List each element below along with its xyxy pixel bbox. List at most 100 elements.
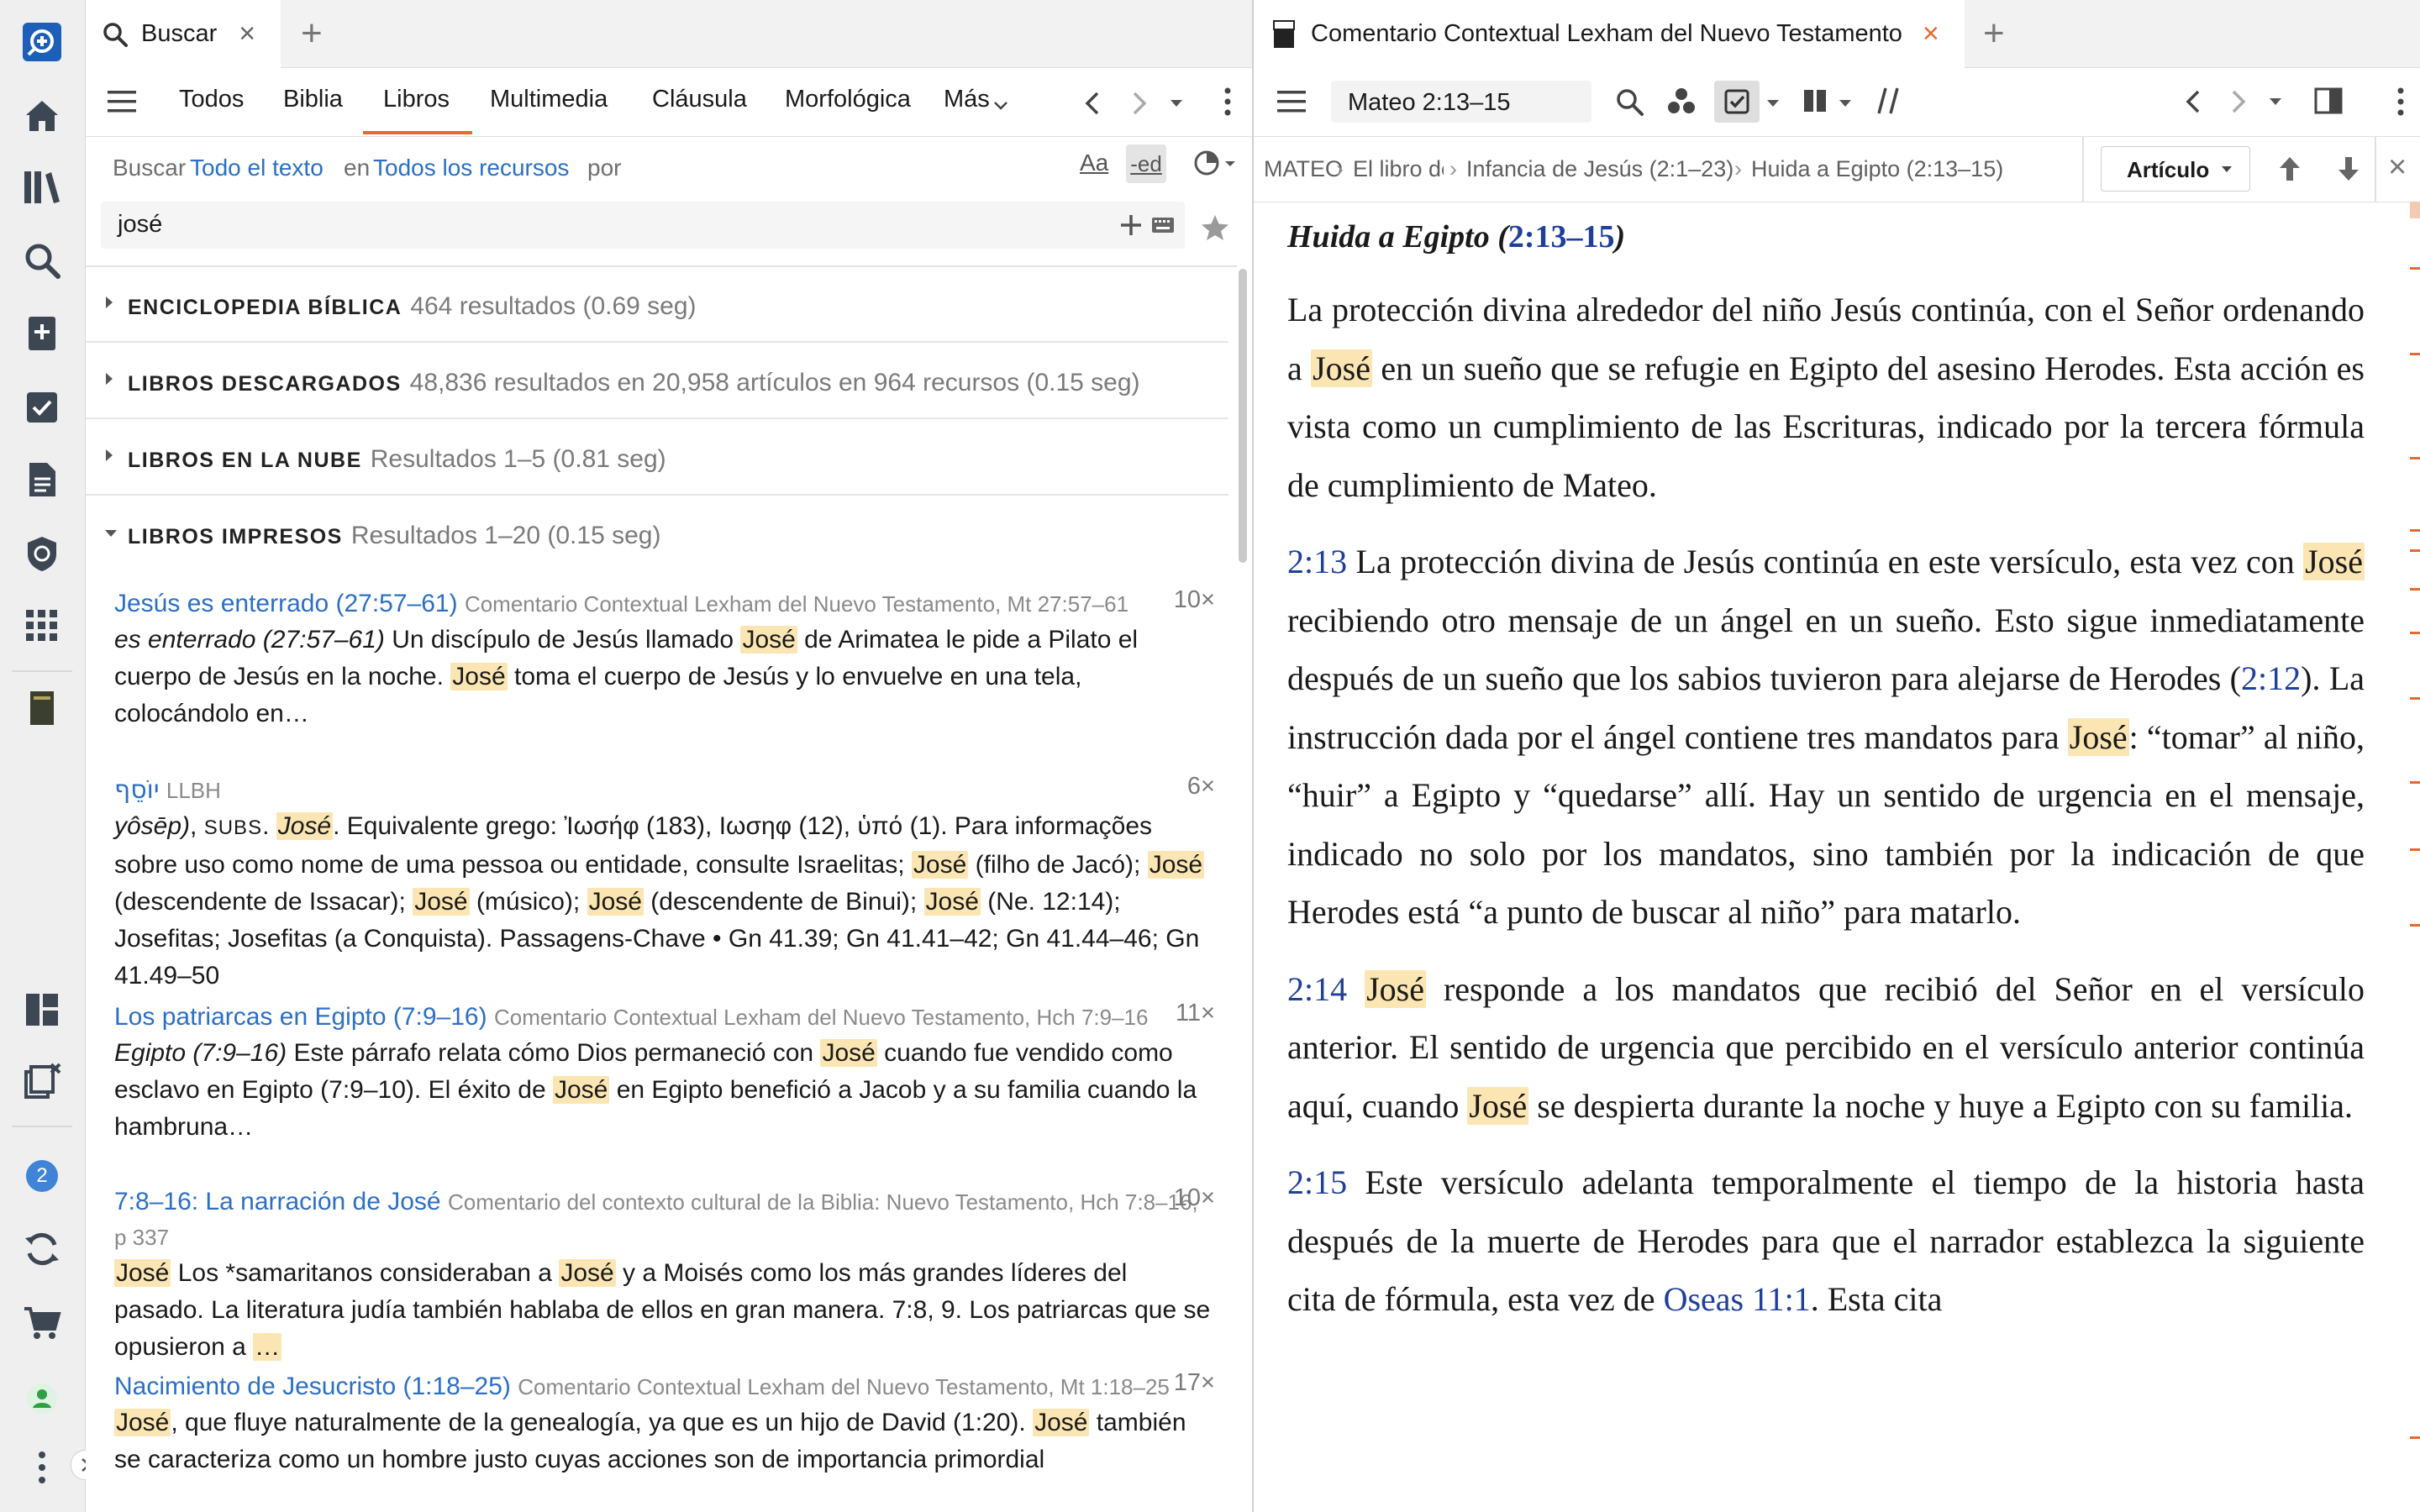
- tab-search[interactable]: Buscar ×: [86, 0, 281, 68]
- parallel-icon[interactable]: [1876, 86, 1901, 116]
- result-title[interactable]: Nacimiento de Jesucristo (1:18–25): [114, 1373, 511, 1400]
- user-avatar-icon[interactable]: [21, 1378, 63, 1420]
- menu-icon[interactable]: [108, 89, 136, 114]
- article-content: Huida a Egipto (2:13–15) La protección d…: [1287, 212, 2365, 1329]
- search-icon[interactable]: [21, 239, 63, 281]
- verse-link[interactable]: Oseas 11:1: [1664, 1280, 1811, 1318]
- section-downloaded-books[interactable]: LIBROS DESCARGADOS 48,836 resultados en 2…: [86, 344, 1228, 419]
- close-search-highlight-icon[interactable]: ×: [2388, 150, 2407, 186]
- result-title[interactable]: יוֹסֵף: [114, 775, 160, 805]
- heading-reference-link[interactable]: 2:13–15: [1508, 219, 1615, 255]
- checklist-toggle[interactable]: [1714, 81, 1760, 123]
- dropdown-icon[interactable]: [1839, 99, 1852, 108]
- section-printed-books[interactable]: LIBROS IMPRESOS Resultados 1–20 (0.15 seg…: [86, 496, 1228, 570]
- reference-input[interactable]: Mateo 2:13–15: [1348, 89, 1510, 117]
- search-icon[interactable]: [1615, 87, 1644, 116]
- search-options-icon[interactable]: [1193, 150, 1235, 180]
- add-term-icon[interactable]: [1119, 213, 1143, 237]
- match-case-toggle[interactable]: Aa: [1080, 150, 1108, 176]
- category-books[interactable]: Libros: [383, 86, 450, 113]
- category-bible[interactable]: Biblia: [283, 86, 343, 113]
- close-panels-icon[interactable]: [21, 1060, 63, 1102]
- category-all[interactable]: Todos: [179, 86, 244, 113]
- close-tab-icon[interactable]: ×: [1923, 18, 1939, 50]
- book-cover-icon[interactable]: [21, 687, 63, 729]
- logos-logo-icon[interactable]: [21, 21, 63, 63]
- verse-link[interactable]: 2:12: [2241, 659, 2301, 697]
- category-clause[interactable]: Cláusula: [652, 86, 747, 113]
- breadcrumb-section[interactable]: El libro de lo: [1353, 156, 1444, 182]
- history-dropdown-icon[interactable]: [2269, 97, 2282, 106]
- search-query-box[interactable]: josé: [101, 202, 1185, 249]
- in-label: en: [344, 155, 371, 181]
- verse-link[interactable]: 2:14: [1287, 970, 1347, 1008]
- library-icon[interactable]: [21, 166, 63, 208]
- result-item[interactable]: Los patriarcas en Egipto (7:9–16) Coment…: [114, 1000, 1215, 1146]
- breadcrumb-divider: [2375, 136, 2376, 202]
- result-item[interactable]: Nacimiento de Jesucristo (1:18–25) Comen…: [114, 1369, 1215, 1478]
- word-ending-toggle[interactable]: -ed: [1126, 144, 1166, 183]
- breadcrumb-subsection[interactable]: Infancia de Jesús (2:1–23): [1466, 156, 1733, 182]
- more-vertical-icon[interactable]: [2396, 87, 2405, 116]
- result-item[interactable]: יוֹסֵף LLBH 6× yôsēp), SUBS. José. Equiv…: [114, 773, 1215, 995]
- view-mode-dropdown[interactable]: Artículo: [2101, 146, 2250, 192]
- back-icon[interactable]: [1084, 91, 1101, 116]
- hit-marker: [2410, 781, 2420, 784]
- shield-icon[interactable]: [21, 533, 63, 575]
- breadcrumb-current[interactable]: Huida a Egipto (2:13–15): [1751, 156, 2003, 182]
- visual-filters-icon[interactable]: [1665, 86, 1697, 118]
- checklist-icon[interactable]: [21, 386, 63, 428]
- hit-marker: [2410, 924, 2420, 927]
- back-icon[interactable]: [2185, 89, 2202, 114]
- keyboard-icon[interactable]: [1151, 217, 1175, 234]
- more-vertical-icon[interactable]: [1223, 87, 1232, 116]
- breadcrumb: MATEO › El libro de lo › Infancia de Jes…: [1254, 136, 2420, 202]
- menu-icon[interactable]: [1277, 89, 1306, 114]
- sync-icon[interactable]: [21, 1228, 63, 1270]
- tab-commentary[interactable]: Comentario Contextual Lexham del Nuevo T…: [1254, 0, 1965, 68]
- dropdown-icon[interactable]: [1766, 99, 1780, 108]
- expand-triangle-icon: [106, 373, 113, 385]
- paragraph-2-15: 2:15 Este versículo adelanta temporalmen…: [1287, 1163, 2365, 1318]
- notification-badge[interactable]: 2: [21, 1155, 63, 1197]
- search-input[interactable]: josé: [118, 211, 162, 239]
- new-tab-button[interactable]: +: [1983, 15, 2005, 52]
- section-encyclopedia[interactable]: ENCICLOPEDIA BÍBLICA 464 resultados (0.69…: [86, 267, 1228, 343]
- result-item[interactable]: 7:8–16: La narración de José Comentario …: [114, 1184, 1215, 1366]
- result-title[interactable]: Los patriarcas en Egipto (7:9–16): [114, 1003, 487, 1031]
- panel-layout-icon[interactable]: [2314, 87, 2343, 114]
- forward-icon[interactable]: [2230, 89, 2247, 114]
- breadcrumb-book[interactable]: MATEO: [1264, 156, 1343, 182]
- breadcrumb-divider: [2082, 136, 2084, 202]
- home-icon[interactable]: [21, 95, 63, 137]
- next-result-icon[interactable]: [2336, 155, 2361, 183]
- category-multimedia[interactable]: Multimedia: [490, 86, 608, 113]
- cart-icon[interactable]: [21, 1302, 63, 1344]
- apps-grid-icon[interactable]: [21, 605, 63, 647]
- document-icon[interactable]: [21, 459, 63, 501]
- search-scope-link[interactable]: Todo el texto: [190, 155, 324, 181]
- category-more[interactable]: Más: [944, 86, 990, 113]
- result-title[interactable]: Jesús es enterrado (27:57–61): [114, 590, 458, 617]
- hit-markers-scrollbar[interactable]: [2408, 202, 2420, 1512]
- results-scrollbar[interactable]: [1237, 269, 1249, 1512]
- reference-box[interactable]: Mateo 2:13–15: [1331, 81, 1591, 123]
- forward-icon[interactable]: [1131, 91, 1148, 116]
- history-dropdown-icon[interactable]: [1170, 99, 1183, 108]
- layouts-icon[interactable]: [21, 989, 63, 1031]
- verse-link[interactable]: 2:13: [1287, 543, 1347, 580]
- category-morphological[interactable]: Morfológica: [785, 86, 911, 113]
- section-cloud-books[interactable]: LIBROS EN LA NUBE Resultados 1–5 (0.81 se…: [86, 420, 1228, 496]
- notes-icon[interactable]: [21, 312, 63, 354]
- resources-link[interactable]: Todos los recursos: [373, 155, 569, 181]
- result-item[interactable]: Jesús es enterrado (27:57–61) Comentario…: [114, 586, 1215, 732]
- favorite-star-icon[interactable]: [1200, 213, 1230, 242]
- result-title[interactable]: 7:8–16: La narración de José: [114, 1188, 441, 1215]
- previous-result-icon[interactable]: [2277, 155, 2302, 183]
- verse-link[interactable]: 2:15: [1287, 1163, 1347, 1201]
- close-tab-icon[interactable]: ×: [239, 18, 255, 50]
- scrollbar-thumb[interactable]: [1239, 269, 1247, 563]
- new-tab-button[interactable]: +: [301, 15, 323, 52]
- columns-icon[interactable]: [1802, 87, 1828, 114]
- more-vertical-icon[interactable]: [21, 1446, 63, 1488]
